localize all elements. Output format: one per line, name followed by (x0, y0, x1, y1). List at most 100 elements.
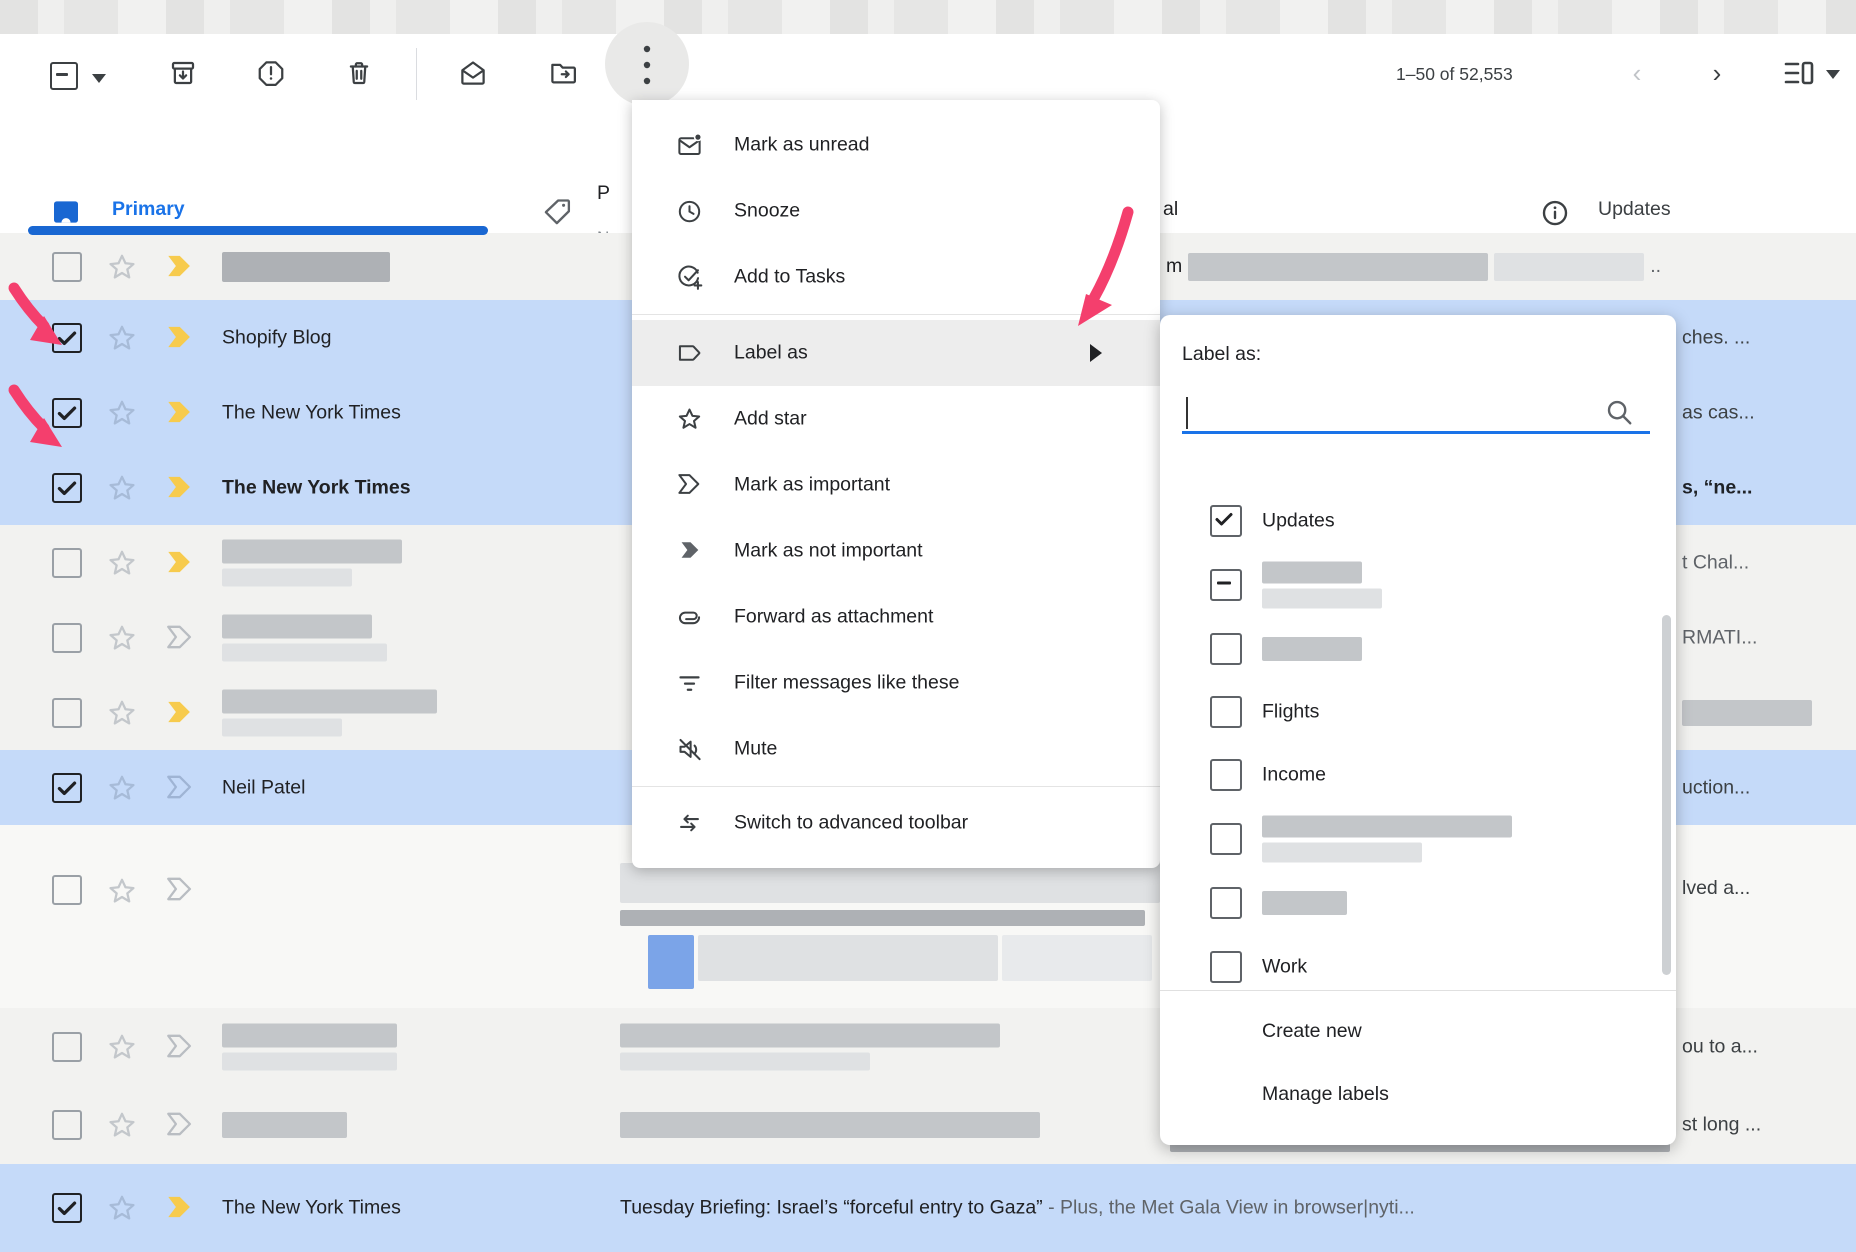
row-checkbox[interactable] (52, 323, 82, 353)
menu-item-mark-as-not-important[interactable]: Mark as not important (632, 518, 1160, 584)
menu-item-add-to-tasks[interactable]: Add to Tasks (632, 244, 1160, 310)
star-icon[interactable] (106, 472, 138, 504)
subject-redacted (620, 1024, 1000, 1071)
importance-marker-icon[interactable] (164, 548, 200, 578)
star-icon[interactable] (106, 1192, 138, 1224)
row-checkbox[interactable] (52, 875, 82, 905)
importance-marker-icon[interactable] (164, 323, 200, 353)
label-option-income[interactable]: Income (1160, 747, 1676, 803)
star-icon[interactable] (106, 1109, 138, 1141)
tab-promotions-fragment[interactable]: P (597, 182, 610, 205)
label-option-flights[interactable]: Flights (1160, 684, 1676, 740)
subject-fragment: t Chal... (1682, 551, 1749, 574)
split-pane-icon[interactable] (1784, 60, 1814, 86)
row-checkbox[interactable] (52, 473, 82, 503)
checkbox-checked-icon[interactable] (1210, 505, 1242, 537)
star-icon[interactable] (106, 251, 138, 283)
subject-fragment: as cas... (1682, 401, 1755, 424)
scrollbar-thumb[interactable] (1662, 615, 1671, 975)
checkbox-indeterminate-icon[interactable] (1210, 569, 1242, 601)
star-icon[interactable] (106, 397, 138, 429)
menu-item-switch-to-advanced-toolbar[interactable]: Switch to advanced toolbar (632, 790, 1160, 856)
checkbox-unchecked-icon[interactable] (1210, 759, 1242, 791)
select-dropdown-caret[interactable] (92, 74, 106, 83)
checkbox-unchecked-icon[interactable] (1210, 887, 1242, 919)
row-checkbox[interactable] (52, 548, 82, 578)
row-checkbox[interactable] (52, 1110, 82, 1140)
sender-redacted (222, 539, 402, 586)
importance-marker-icon[interactable] (164, 1110, 200, 1140)
importance-marker-icon[interactable] (164, 875, 200, 905)
move-to-button[interactable] (548, 58, 578, 88)
label-popup-title: Label as: (1182, 343, 1261, 366)
checkbox-unchecked-icon[interactable] (1210, 823, 1242, 855)
menu-item-label-as[interactable]: Label as (632, 320, 1160, 386)
importance-marker-icon[interactable] (164, 398, 200, 428)
star-icon[interactable] (106, 875, 138, 907)
row-checkbox[interactable] (52, 1193, 82, 1223)
label-option-updates[interactable]: Updates (1160, 493, 1676, 549)
row-checkbox[interactable] (52, 252, 82, 282)
menu-item-mark-as-unread[interactable]: Mark as unread (632, 112, 1160, 178)
star-icon[interactable] (106, 772, 138, 804)
menu-item-snooze[interactable]: Snooze (632, 178, 1160, 244)
older-page-button[interactable]: › (1702, 58, 1732, 88)
create-new-label-button[interactable]: Create new (1262, 1020, 1362, 1043)
toolbar-divider (416, 48, 417, 100)
popup-divider (1160, 990, 1676, 991)
star-icon[interactable] (106, 322, 138, 354)
star-icon[interactable] (106, 622, 138, 654)
checkbox-unchecked-icon[interactable] (1210, 696, 1242, 728)
newer-page-button[interactable]: ‹ (1622, 58, 1652, 88)
email-row[interactable]: The New York Times Tuesday Briefing: Isr… (0, 1164, 1856, 1252)
sender-redacted (222, 614, 387, 661)
importance-marker-icon[interactable] (164, 473, 200, 503)
label-option-redacted[interactable] (1160, 557, 1676, 613)
star-icon[interactable] (106, 697, 138, 729)
split-pane-caret[interactable] (1826, 70, 1840, 79)
menu-divider (632, 314, 1160, 315)
row-checkbox[interactable] (52, 1032, 82, 1062)
importance-marker-icon[interactable] (164, 773, 200, 803)
label-option-redacted[interactable] (1160, 875, 1676, 931)
delete-button[interactable] (344, 58, 374, 88)
row-checkbox[interactable] (52, 623, 82, 653)
more-options-button[interactable] (640, 42, 654, 90)
tab-primary[interactable]: Primary (112, 198, 185, 221)
importance-marker-icon[interactable] (164, 698, 200, 728)
tab-updates[interactable]: Updates (1598, 198, 1671, 221)
menu-item-filter-messages[interactable]: Filter messages like these (632, 650, 1160, 716)
star-icon[interactable] (106, 1031, 138, 1063)
archive-button[interactable] (168, 58, 198, 88)
importance-marker-icon[interactable] (164, 252, 200, 282)
checkbox-unchecked-icon[interactable] (1210, 633, 1242, 665)
filter-icon (676, 670, 703, 697)
mark-as-read-button[interactable] (458, 58, 488, 88)
row-checkbox[interactable] (52, 398, 82, 428)
window-top-pattern (0, 0, 1856, 34)
manage-labels-button[interactable]: Manage labels (1262, 1083, 1389, 1106)
importance-marker-icon[interactable] (164, 1193, 200, 1223)
star-icon[interactable] (106, 547, 138, 579)
switch-toolbar-icon (676, 810, 703, 837)
select-all-checkbox[interactable] (50, 62, 78, 90)
importance-marker-icon[interactable] (164, 623, 200, 653)
label-option-work[interactable]: Work (1160, 939, 1676, 990)
row-checkbox[interactable] (52, 773, 82, 803)
menu-item-forward-as-attachment[interactable]: Forward as attachment (632, 584, 1160, 650)
menu-item-mark-as-important[interactable]: Mark as important (632, 452, 1160, 518)
label-search-input[interactable] (1182, 395, 1650, 431)
label-option-redacted[interactable] (1160, 811, 1676, 867)
importance-marker-icon[interactable] (164, 1032, 200, 1062)
menu-item-add-star[interactable]: Add star (632, 386, 1160, 452)
report-spam-button[interactable] (256, 58, 286, 88)
attachment-icon (676, 604, 703, 631)
label-option-redacted[interactable] (1160, 621, 1676, 677)
checkbox-unchecked-icon[interactable] (1210, 951, 1242, 983)
important-icon (676, 472, 703, 499)
label-name: Updates (1262, 510, 1335, 533)
row-checkbox[interactable] (52, 698, 82, 728)
menu-item-mute[interactable]: Mute (632, 716, 1160, 782)
subject-fragment: s, “ne... (1682, 476, 1752, 499)
tab-social-fragment[interactable]: al (1163, 198, 1178, 221)
